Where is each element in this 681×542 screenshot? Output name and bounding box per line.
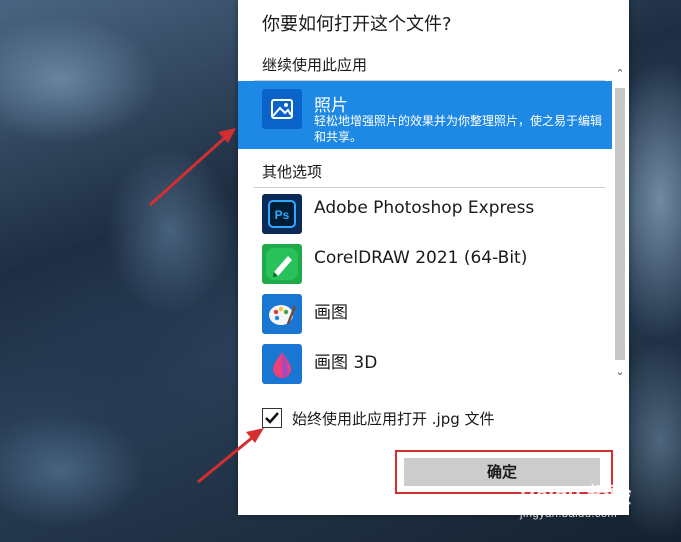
annotation-arrow: [197, 428, 264, 484]
annotation-arrow: [148, 128, 236, 207]
watermark-brand: Baidu 经验: [520, 483, 632, 508]
annotation-arrows: [148, 128, 264, 484]
watermark-url: jingyan.baidu.com: [520, 508, 618, 520]
baidu-watermark: Baidu 经验 jingyan.baidu.com: [520, 478, 631, 520]
